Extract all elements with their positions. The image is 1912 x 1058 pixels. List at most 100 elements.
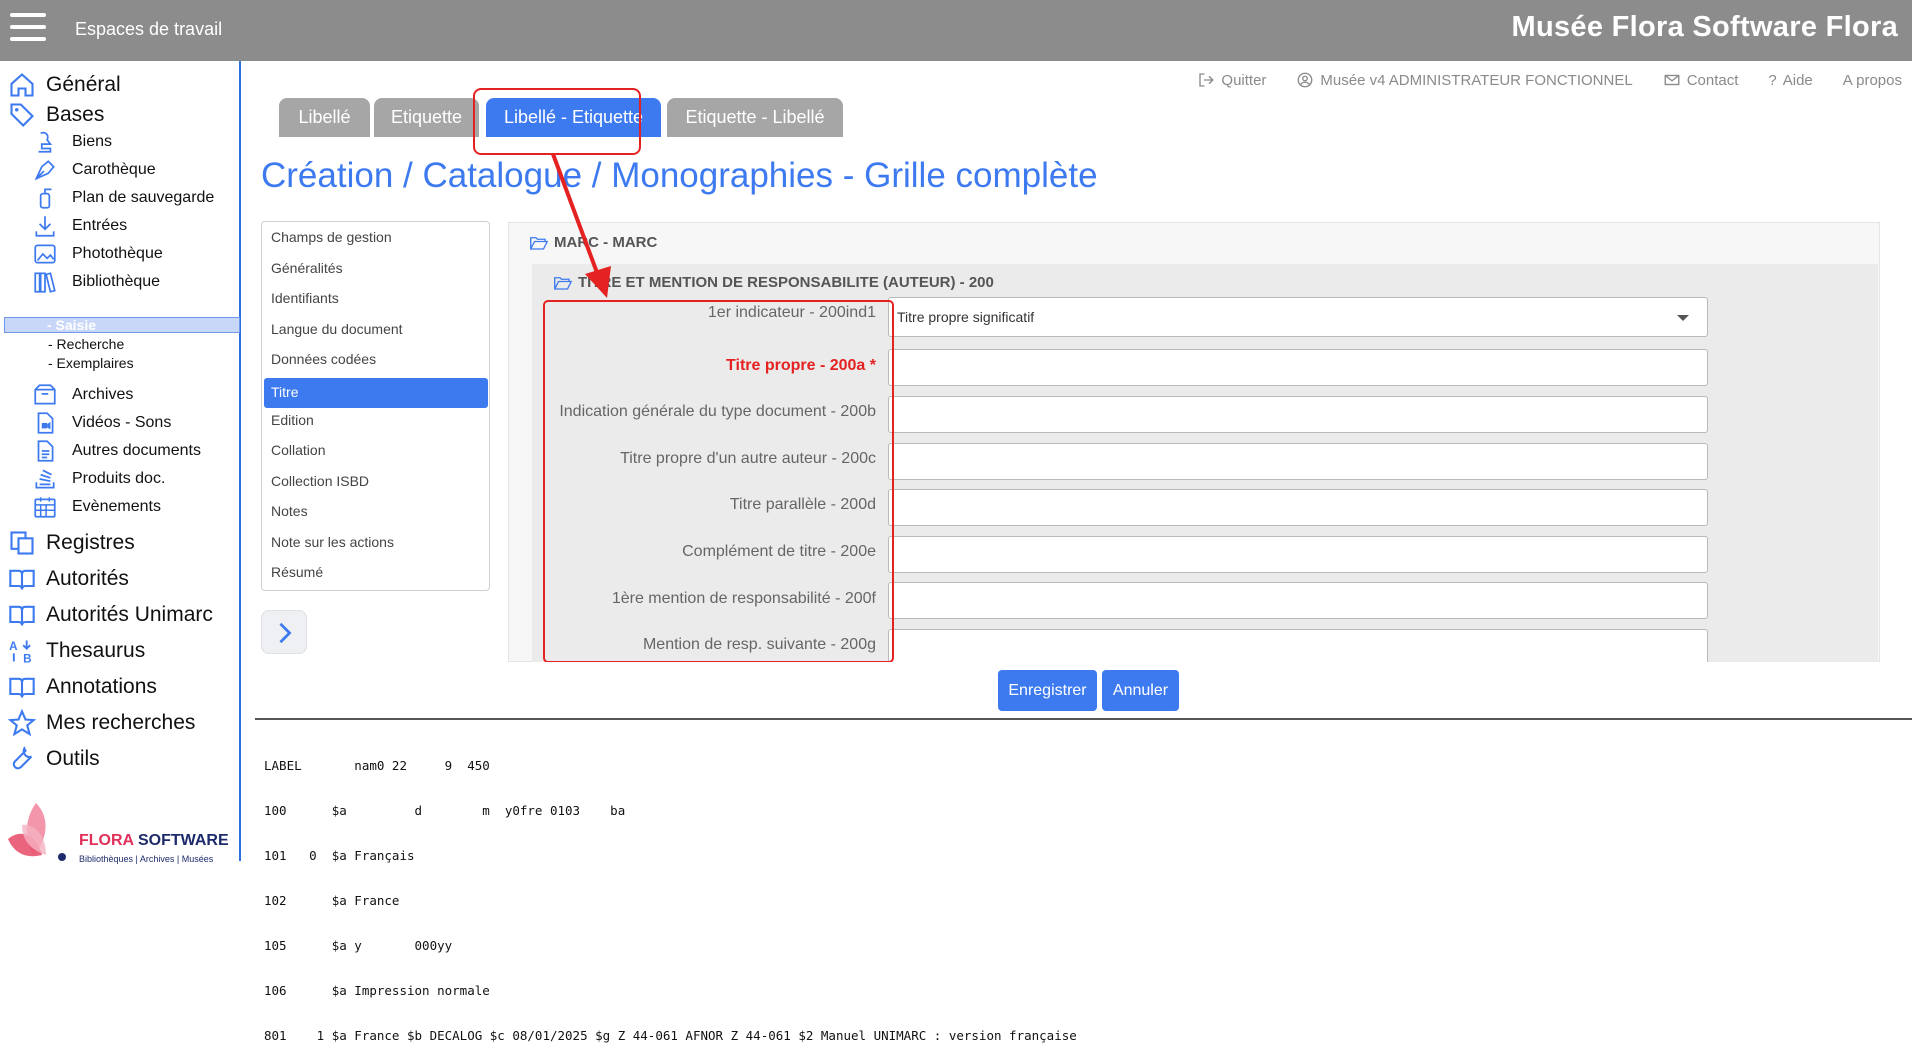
sidebar-item-label: Produits doc. (72, 470, 166, 487)
stack-icon (35, 469, 55, 489)
sidebar-item-label: Annotations (46, 675, 157, 698)
sidebar-item-bibliotheque[interactable]: Bibliothèque (32, 269, 160, 295)
bust-icon (38, 131, 53, 153)
sidebar-item-saisie[interactable]: - Saisie (4, 317, 240, 333)
next-button[interactable] (261, 610, 307, 654)
home-icon (10, 73, 34, 97)
quit-link[interactable]: Quitter (1197, 71, 1266, 89)
sidebar-item-label: - Saisie (47, 317, 97, 333)
sidebar-item-plan-sauvegarde[interactable]: Plan de sauvegarde (32, 185, 214, 211)
flora-brand-text: FLORA SOFTWARE (79, 832, 229, 849)
indicator-select[interactable]: Titre propre significatif (888, 297, 1708, 337)
marc-line: 102 $a France (264, 893, 400, 908)
marc-line: 100 $a d m y0fre 0103 ba (264, 803, 626, 818)
chevron-down-icon (1677, 315, 1689, 321)
header-links: Quitter Musée v4 ADMINISTRATEUR FONCTION… (1197, 71, 1902, 89)
sidebar-item-thesaurus[interactable]: AB Thesaurus (8, 637, 145, 665)
title-proper-input[interactable] (888, 349, 1708, 386)
tab-libelle[interactable]: Libellé (279, 98, 370, 137)
archive-box-icon (34, 384, 56, 405)
list-item[interactable]: Collation (271, 442, 325, 458)
sidebar-item-label: Carothèque (72, 161, 156, 178)
list-item[interactable]: Note sur les actions (271, 534, 394, 550)
sidebar-item-carotheque[interactable]: Carothèque (32, 157, 156, 183)
sidebar-item-bases[interactable]: Bases (8, 101, 104, 129)
tab-highlight-annotation (473, 88, 641, 155)
workspaces-link[interactable]: Espaces de travail (75, 19, 222, 40)
marc-preview: LABEL nam0 22 9 450 100 $a d m y0fre 010… (264, 728, 1077, 1058)
field-input-200g[interactable] (888, 629, 1708, 662)
star-icon (8, 709, 36, 737)
sidebar-item-autorites[interactable]: Autorités (8, 565, 129, 593)
list-item[interactable]: Champs de gestion (271, 229, 392, 245)
list-item[interactable]: Données codées (271, 351, 376, 367)
sidebar-item-label: Autres documents (72, 442, 201, 459)
sidebar-item-autres-documents[interactable]: Autres documents (32, 438, 201, 464)
sidebar-item-label: Registres (46, 531, 135, 554)
list-item[interactable]: Notes (271, 503, 308, 519)
download-icon (35, 216, 55, 237)
marc-line: 106 $a Impression normale (264, 983, 490, 998)
cancel-button[interactable]: Annuler (1102, 670, 1179, 711)
list-item-active[interactable]: Titre (264, 378, 488, 408)
sidebar-item-mes-recherches[interactable]: Mes recherches (8, 709, 195, 737)
menu-icon[interactable] (10, 13, 46, 41)
app-brand: Musée Flora Software Flora (1511, 11, 1898, 43)
help-link[interactable]: ? Aide (1768, 71, 1812, 89)
sidebar-item-label: Autorités (46, 567, 129, 590)
flora-logo (8, 803, 66, 861)
tab-etiquette[interactable]: Etiquette (374, 98, 479, 137)
sidebar-item-phototheque[interactable]: Photothèque (32, 241, 163, 267)
marc-line: 105 $a y 000yy (264, 938, 453, 953)
sidebar-item-label: Général (46, 73, 121, 96)
image-icon (34, 244, 56, 264)
sort-alpha-icon: AB (9, 640, 31, 665)
sidebar-item-videos-sons[interactable]: Vidéos - Sons (32, 410, 171, 436)
sidebar-item-recherche[interactable]: - Recherche (48, 336, 124, 352)
envelope-icon (1664, 74, 1680, 86)
sidebar-item-entrees[interactable]: Entrées (32, 213, 127, 239)
books-icon (34, 272, 56, 293)
sidebar-item-label: Outils (46, 747, 100, 770)
field-input-200c[interactable] (888, 443, 1708, 480)
sidebar: Général Bases Biens Carothèque Plan de s… (0, 61, 241, 864)
list-item[interactable]: Langue du document (271, 321, 403, 337)
sidebar-item-archives[interactable]: Archives (32, 382, 133, 408)
video-file-icon (37, 412, 54, 434)
list-item[interactable]: Généralités (271, 260, 343, 276)
sidebar-item-registres[interactable]: Registres (8, 529, 135, 557)
user-link[interactable]: Musée v4 ADMINISTRATEUR FONCTIONNEL (1296, 71, 1633, 89)
tab-etiquette-libelle[interactable]: Etiquette - Libellé (667, 98, 843, 137)
sidebar-item-label: Bibliothèque (72, 273, 161, 290)
sidebar-item-produits-doc[interactable]: Produits doc. (32, 466, 165, 492)
field-input-200d[interactable] (888, 489, 1708, 526)
list-item[interactable]: Identifiants (271, 290, 339, 306)
sidebar-item-label: Entrées (72, 217, 128, 234)
sidebar-item-label: Plan de sauvegarde (72, 189, 215, 206)
question-icon: ? (1768, 71, 1777, 89)
sidebar-item-label: Mes recherches (46, 711, 196, 734)
save-button[interactable]: Enregistrer (998, 670, 1097, 711)
sidebar-item-outils[interactable]: Outils (8, 745, 100, 773)
sign-out-icon (1199, 73, 1215, 87)
list-item[interactable]: Collection ISBD (271, 473, 369, 489)
sidebar-item-annotations[interactable]: Annotations (8, 673, 157, 701)
sidebar-item-biens[interactable]: Biens (32, 129, 112, 155)
field-input-200b[interactable] (888, 396, 1708, 433)
field-input-200f[interactable] (888, 582, 1708, 619)
document-icon (37, 440, 54, 462)
tag-icon (10, 103, 34, 127)
sidebar-item-autorites-unimarc[interactable]: Autorités Unimarc (8, 601, 213, 629)
field-group-list: Champs de gestion Généralités Identifian… (261, 221, 490, 591)
copy-icon (10, 531, 34, 555)
field-input-200e[interactable] (888, 536, 1708, 573)
sidebar-item-exemplaires[interactable]: - Exemplaires (48, 355, 134, 371)
list-item[interactable]: Edition (271, 412, 314, 428)
about-link[interactable]: A propos (1843, 71, 1902, 89)
sidebar-item-general[interactable]: Général (8, 71, 121, 99)
svg-text:A: A (9, 640, 18, 653)
sidebar-item-evenements[interactable]: Evènements (32, 494, 161, 520)
contact-link[interactable]: Contact (1663, 71, 1738, 89)
list-item[interactable]: Résumé (271, 564, 323, 580)
user-circle-icon (1297, 72, 1313, 88)
